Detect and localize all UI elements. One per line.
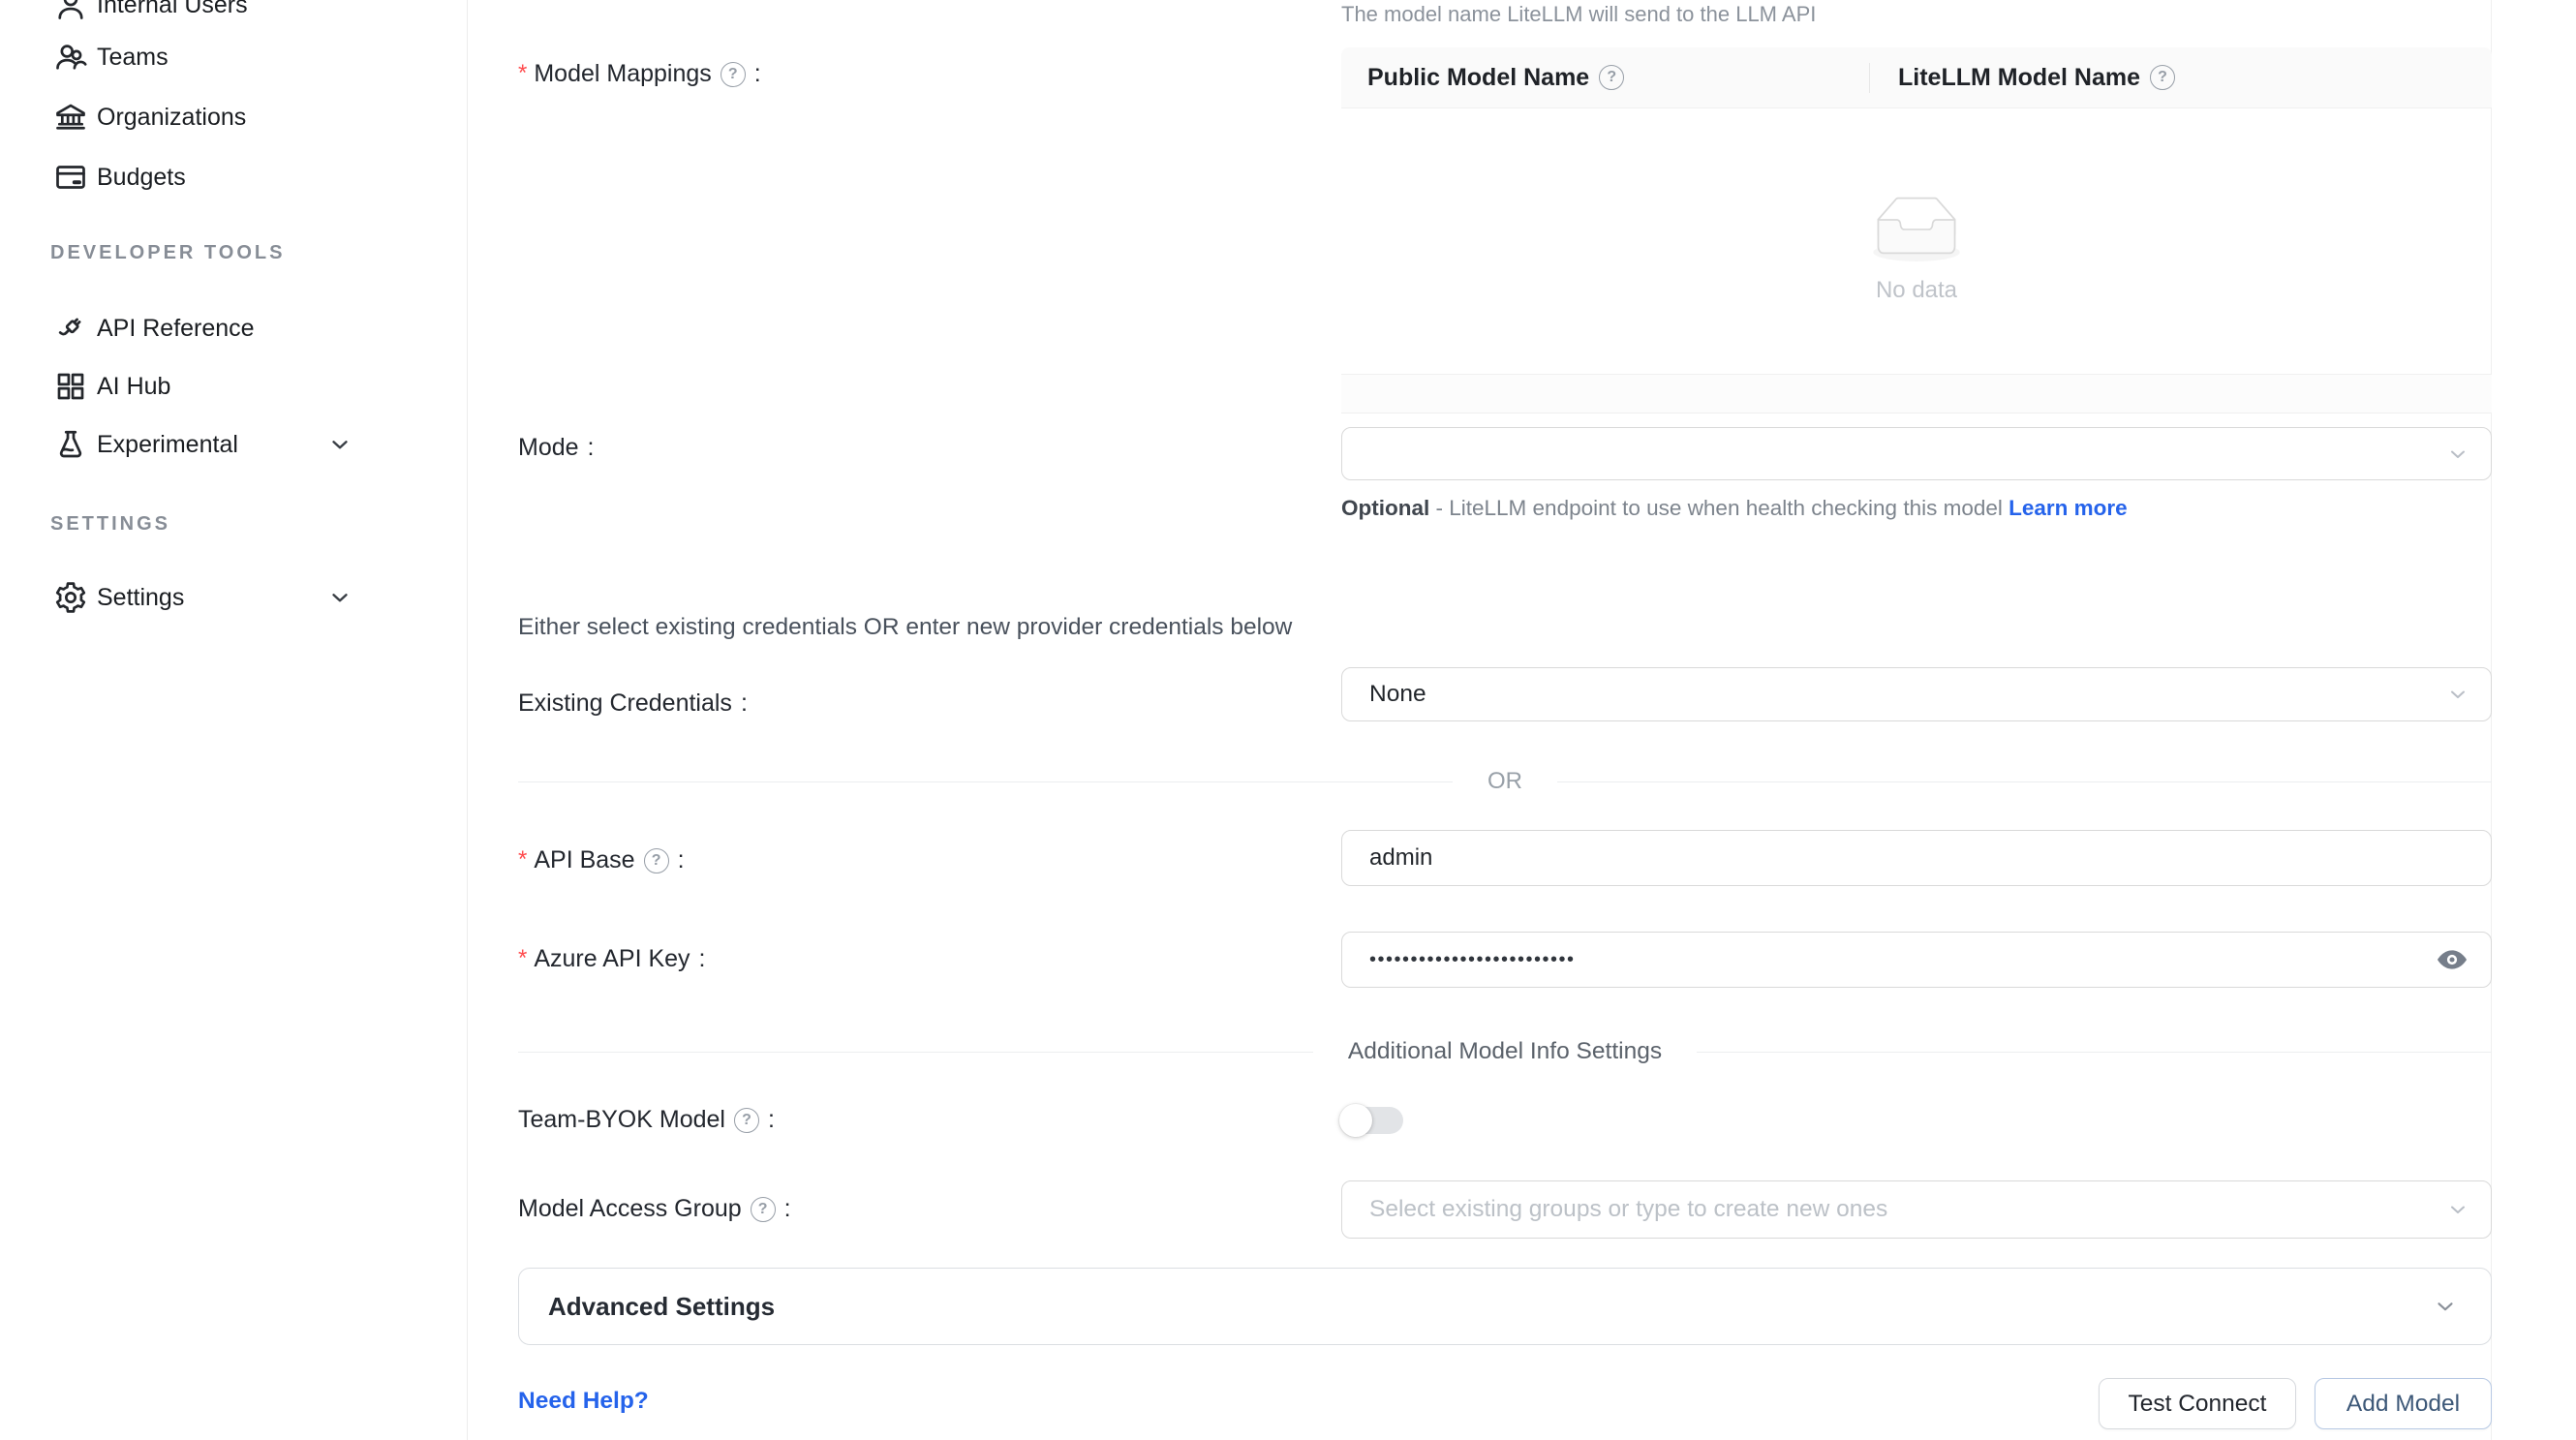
sidebar-item-label: Experimental [97, 431, 238, 459]
question-circle-icon[interactable]: ? [751, 1197, 776, 1222]
table-footer-strip [1341, 375, 2492, 414]
learn-more-link[interactable]: Learn more [2009, 496, 2128, 520]
column-header-litellm-model: LiteLLM Model Name ? [1898, 64, 2175, 92]
question-circle-icon[interactable]: ? [721, 62, 746, 87]
table-empty-state: No data [1341, 108, 2492, 375]
chevron-down-icon [327, 585, 353, 610]
credit-card-icon [53, 160, 88, 195]
chevron-down-icon [327, 432, 353, 457]
sidebar-item-label: Budgets [97, 164, 186, 192]
required-mark: * [518, 945, 527, 972]
azure-api-key-input[interactable]: ••••••••••••••••••••••••• [1341, 932, 2492, 988]
sidebar-item-ai-hub[interactable]: AI Hub [0, 356, 468, 416]
app-grid-icon [53, 369, 88, 404]
add-model-page: Internal Users Teams Organizations Budge… [0, 0, 2576, 1440]
need-help-link[interactable]: Need Help? [518, 1388, 649, 1415]
eye-icon[interactable] [2435, 942, 2469, 977]
mode-help-text: Optional - LiteLLM endpoint to use when … [1341, 489, 2160, 527]
sidebar-item-label: Settings [97, 584, 184, 612]
model-mappings-table: Public Model Name ? LiteLLM Model Name ? [1341, 47, 2492, 414]
question-circle-icon[interactable]: ? [644, 848, 669, 873]
question-circle-icon[interactable]: ? [1599, 65, 1624, 90]
sidebar-item-label: Organizations [97, 104, 246, 132]
chevron-down-icon [2433, 1294, 2458, 1319]
sidebar-section-developer-tools: DEVELOPER TOOLS [50, 242, 285, 264]
litellm-model-hint: The model name LiteLLM will send to the … [1341, 2, 1816, 27]
sidebar-item-settings[interactable]: Settings [0, 567, 468, 628]
or-divider: OR [518, 767, 2492, 796]
azure-api-key-label: * Azure API Key : [518, 945, 706, 973]
sidebar-item-api-reference[interactable]: API Reference [0, 298, 468, 358]
column-divider [1869, 63, 1870, 93]
no-data-text: No data [1876, 277, 1957, 304]
sidebar-section-settings: SETTINGS [50, 513, 170, 536]
test-connect-button[interactable]: Test Connect [2099, 1378, 2296, 1429]
sidebar-item-budgets[interactable]: Budgets [0, 147, 468, 207]
team-byok-label: Team-BYOK Model ? : [518, 1106, 775, 1134]
user-icon [53, 0, 88, 22]
bank-icon [53, 100, 88, 135]
api-base-input[interactable]: admin [1341, 830, 2492, 886]
required-mark: * [518, 846, 527, 873]
two-users-icon [53, 40, 88, 75]
add-model-form: The model name LiteLLM will send to the … [468, 0, 2576, 1440]
sidebar-item-label: Internal Users [97, 0, 248, 19]
existing-credentials-label: Existing Credentials : [518, 689, 748, 718]
question-circle-icon[interactable]: ? [2150, 65, 2175, 90]
sidebar-item-label: API Reference [97, 315, 255, 343]
chevron-down-icon [2446, 683, 2469, 706]
model-access-group-select[interactable]: Select existing groups or type to create… [1341, 1180, 2492, 1239]
sidebar-item-label: Teams [97, 44, 169, 72]
sidebar-item-teams[interactable]: Teams [0, 27, 468, 87]
sidebar-item-label: AI Hub [97, 373, 170, 401]
model-access-group-label: Model Access Group ? : [518, 1195, 791, 1223]
question-circle-icon[interactable]: ? [734, 1108, 759, 1133]
api-base-value: admin [1369, 844, 1432, 872]
chevron-down-icon [2446, 1198, 2469, 1221]
selected-value: None [1369, 681, 1426, 708]
column-header-public-model: Public Model Name ? [1367, 64, 1624, 92]
chevron-down-icon [2446, 443, 2469, 466]
gear-icon [53, 580, 88, 615]
advanced-settings-title: Advanced Settings [548, 1292, 775, 1322]
mode-label: Mode : [518, 434, 595, 462]
existing-credentials-select[interactable]: None [1341, 667, 2492, 721]
sidebar-item-experimental[interactable]: Experimental [0, 414, 468, 475]
required-mark: * [518, 60, 527, 87]
plug-icon [53, 311, 88, 346]
select-placeholder: Select existing groups or type to create… [1369, 1196, 1887, 1223]
additional-settings-divider: Additional Model Info Settings [518, 1037, 2492, 1066]
flask-icon [53, 427, 88, 462]
sidebar: Internal Users Teams Organizations Budge… [0, 0, 468, 1440]
advanced-settings-panel[interactable]: Advanced Settings [518, 1268, 2492, 1345]
model-mappings-label: * Model Mappings ? : [518, 60, 761, 88]
masked-key-value: ••••••••••••••••••••••••• [1369, 949, 1576, 971]
credentials-note: Either select existing credentials OR en… [518, 614, 1292, 641]
empty-box-icon [1863, 196, 1970, 267]
team-byok-toggle[interactable] [1341, 1107, 1403, 1134]
toggle-knob [1339, 1104, 1372, 1137]
add-model-button[interactable]: Add Model [2315, 1378, 2492, 1429]
mode-select[interactable] [1341, 427, 2492, 480]
table-header-row: Public Model Name ? LiteLLM Model Name ? [1341, 47, 2492, 108]
api-base-label: * API Base ? : [518, 846, 685, 874]
sidebar-item-organizations[interactable]: Organizations [0, 87, 468, 147]
